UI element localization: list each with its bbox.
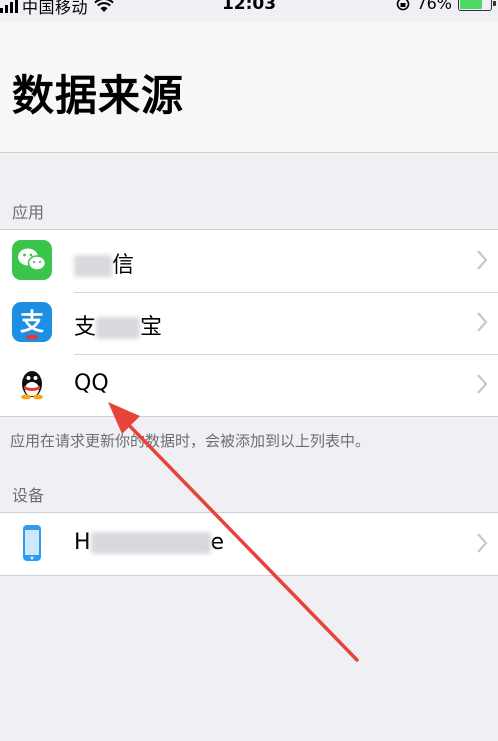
svg-text:支: 支 [20,308,45,336]
redacted-text [90,532,211,554]
status-right: 76% [396,0,496,13]
iphone-icon [12,523,52,563]
redacted-text [74,255,112,277]
wechat-icon [12,240,52,280]
list-item-label: 支宝 [74,315,163,340]
section-header-apps: 应用 [12,203,45,222]
list-item-alipay[interactable]: 支 支宝 [0,292,498,354]
list-item-label: QQ [74,371,109,396]
list-item-device[interactable]: He [0,513,498,575]
battery-icon [458,0,496,11]
list-item-label: 信 [74,247,134,279]
redacted-text [96,317,141,339]
apps-list: 信 支 支宝 QQ [0,229,498,417]
section-header-devices: 设备 [12,486,45,505]
orientation-lock-icon [397,0,410,10]
list-item-label: He [74,530,225,555]
list-item-wechat[interactable]: 信 [0,230,498,292]
page-title: 数据来源 [12,71,185,120]
section-footer-apps: 应用在请求更新你的数据时，会被添加到以上列表中。 [10,432,371,450]
alipay-icon: 支 [12,302,52,342]
battery-fill [460,0,483,9]
chevron-right-icon [477,250,488,270]
battery-percent: 76% [416,0,452,13]
chevron-right-icon [477,374,488,394]
chevron-right-icon [477,312,488,332]
qq-icon [12,364,52,404]
devices-list: He [0,512,498,576]
status-bar: 中国移动 12:03 76% [0,0,498,22]
list-item-qq[interactable]: QQ [0,354,498,416]
chevron-right-icon [477,533,488,553]
